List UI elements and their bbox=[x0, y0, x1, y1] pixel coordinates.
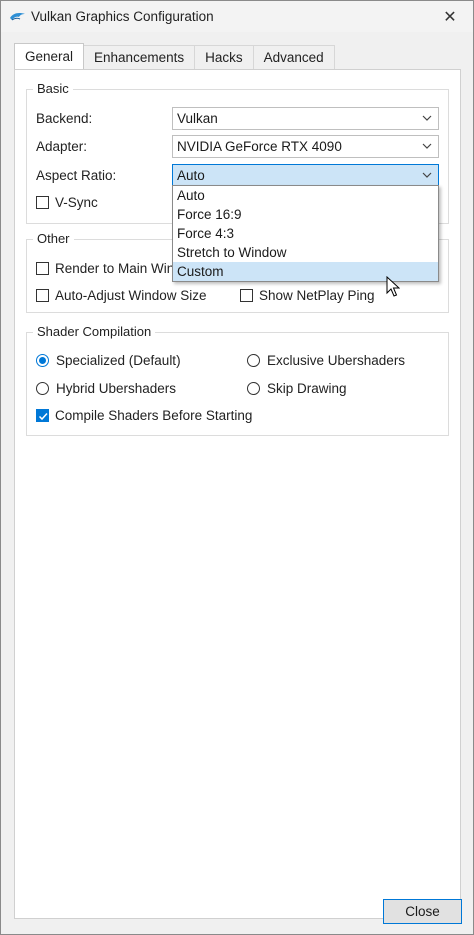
exclusive-ubershaders-radio[interactable]: Exclusive Ubershaders bbox=[247, 353, 405, 368]
hybrid-ubershaders-label: Hybrid Ubershaders bbox=[56, 381, 177, 396]
backend-select[interactable]: Vulkan bbox=[172, 107, 439, 130]
aspect-ratio-dropdown-list: Auto Force 16:9 Force 4:3 Stretch to Win… bbox=[172, 185, 439, 282]
specialized-radio-dot[interactable] bbox=[36, 354, 49, 367]
backend-value: Vulkan bbox=[177, 111, 218, 126]
exclusive-ubershaders-dot[interactable] bbox=[247, 354, 260, 367]
auto-adjust-window-box[interactable] bbox=[36, 289, 49, 302]
specialized-radio[interactable]: Specialized (Default) bbox=[36, 353, 181, 368]
compile-before-starting-label: Compile Shaders Before Starting bbox=[55, 408, 253, 423]
tab-enhancements[interactable]: Enhancements bbox=[83, 45, 196, 69]
render-main-window-box[interactable] bbox=[36, 262, 49, 275]
compile-before-starting-box[interactable] bbox=[36, 409, 49, 422]
mouse-pointer-icon bbox=[386, 276, 400, 297]
aspect-ratio-label: Aspect Ratio: bbox=[36, 168, 117, 183]
show-netplay-ping-label: Show NetPlay Ping bbox=[259, 288, 375, 303]
auto-adjust-window-label: Auto-Adjust Window Size bbox=[55, 288, 207, 303]
backend-label: Backend: bbox=[36, 111, 93, 126]
chevron-down-icon bbox=[422, 172, 432, 178]
exclusive-ubershaders-label: Exclusive Ubershaders bbox=[267, 353, 406, 368]
chevron-down-icon bbox=[422, 143, 432, 149]
specialized-label: Specialized (Default) bbox=[56, 353, 181, 368]
tab-bar: General Enhancements Hacks Advanced bbox=[14, 43, 335, 69]
tab-advanced[interactable]: Advanced bbox=[252, 45, 335, 69]
shader-compilation-title: Shader Compilation bbox=[33, 324, 156, 339]
config-window: Vulkan Graphics Configuration ✕ General … bbox=[0, 0, 474, 935]
skip-drawing-radio[interactable]: Skip Drawing bbox=[247, 381, 347, 396]
basic-group-title: Basic bbox=[33, 81, 73, 96]
adapter-select[interactable]: NVIDIA GeForce RTX 4090 bbox=[172, 135, 439, 158]
tab-hacks[interactable]: Hacks bbox=[194, 45, 254, 69]
dolphin-app-icon bbox=[10, 13, 25, 21]
skip-drawing-label: Skip Drawing bbox=[267, 381, 347, 396]
other-group-title: Other bbox=[33, 231, 74, 246]
compile-before-starting-checkbox[interactable]: Compile Shaders Before Starting bbox=[36, 408, 252, 423]
adapter-label: Adapter: bbox=[36, 139, 88, 154]
window-close-icon[interactable]: ✕ bbox=[427, 1, 473, 32]
show-netplay-ping-box[interactable] bbox=[240, 289, 253, 302]
aspect-ratio-select[interactable]: Auto bbox=[172, 164, 439, 187]
title-bar: Vulkan Graphics Configuration ✕ bbox=[1, 1, 473, 32]
adapter-value: NVIDIA GeForce RTX 4090 bbox=[177, 139, 342, 154]
close-button[interactable]: Close bbox=[383, 899, 462, 924]
hybrid-ubershaders-radio[interactable]: Hybrid Ubershaders bbox=[36, 381, 176, 396]
hybrid-ubershaders-dot[interactable] bbox=[36, 382, 49, 395]
chevron-down-icon bbox=[422, 115, 432, 121]
aspect-option-auto[interactable]: Auto bbox=[173, 186, 438, 205]
aspect-option-stretch[interactable]: Stretch to Window bbox=[173, 243, 438, 262]
checkmark-icon bbox=[38, 412, 48, 421]
aspect-ratio-value: Auto bbox=[177, 168, 205, 183]
aspect-option-force-4-3[interactable]: Force 4:3 bbox=[173, 224, 438, 243]
vsync-checkbox[interactable]: V-Sync bbox=[36, 195, 98, 210]
window-title: Vulkan Graphics Configuration bbox=[31, 9, 214, 24]
auto-adjust-window-checkbox[interactable]: Auto-Adjust Window Size bbox=[36, 288, 207, 303]
skip-drawing-dot[interactable] bbox=[247, 382, 260, 395]
vsync-box[interactable] bbox=[36, 196, 49, 209]
show-netplay-ping-checkbox[interactable]: Show NetPlay Ping bbox=[240, 288, 375, 303]
tab-general[interactable]: General bbox=[14, 43, 85, 69]
aspect-option-force-16-9[interactable]: Force 16:9 bbox=[173, 205, 438, 224]
vsync-label: V-Sync bbox=[55, 195, 98, 210]
